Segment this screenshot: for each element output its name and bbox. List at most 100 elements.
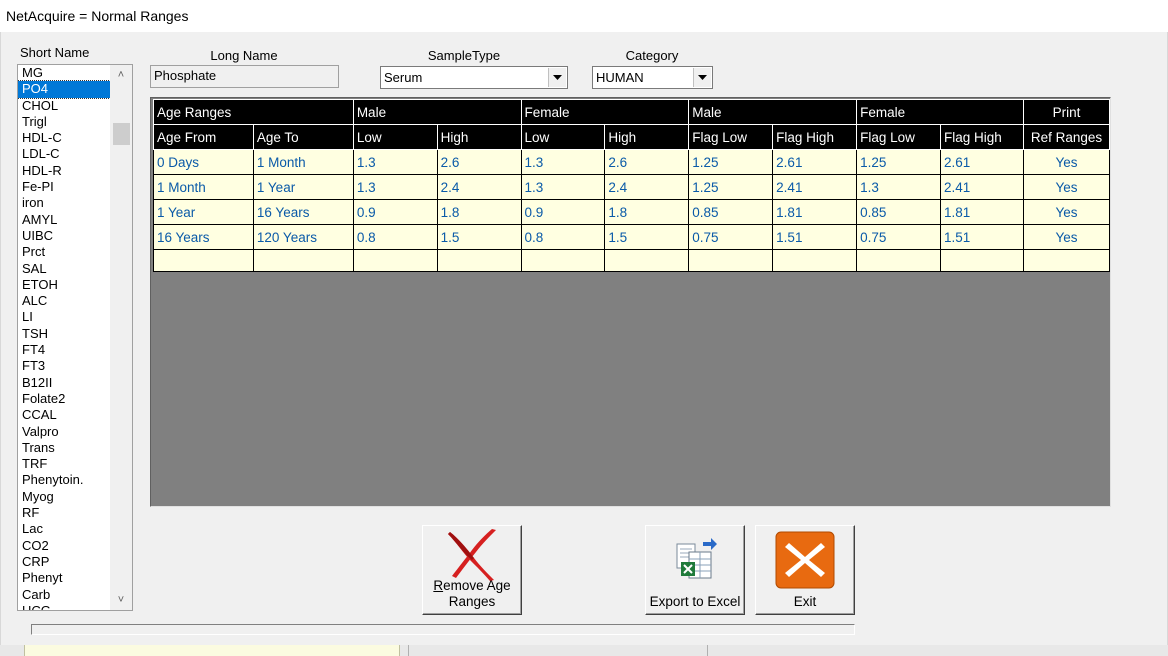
short-name-item[interactable]: CO2 <box>18 538 110 554</box>
grid-cell[interactable]: 0.9 <box>520 199 606 225</box>
short-name-item[interactable]: UIBC <box>18 228 110 244</box>
short-name-item[interactable]: HCG <box>18 603 110 610</box>
short-name-item[interactable]: Phenyt <box>18 570 110 586</box>
table-row[interactable]: 1 Year 16 Years 0.9 1.8 0.9 1.8 0.85 1.81 0.85 1.… <box>153 199 1111 225</box>
short-name-item[interactable]: FT3 <box>18 358 110 374</box>
grid-cell[interactable]: 1.25 <box>688 149 774 175</box>
short-name-item[interactable]: ETOH <box>18 277 110 293</box>
grid-cell[interactable]: 1 Month <box>153 174 254 200</box>
short-name-item[interactable]: Folate2 <box>18 391 110 407</box>
short-name-item[interactable]: Lac <box>18 521 110 537</box>
grid-cell[interactable] <box>436 249 522 272</box>
short-name-item[interactable]: ALC <box>18 293 110 309</box>
scroll-down-icon[interactable]: ˅ <box>110 590 132 610</box>
short-name-item[interactable]: TSH <box>18 326 110 342</box>
table-row[interactable]: 1 Month 1 Year 1.3 2.4 1.3 2.4 1.25 2.41 1.3 2.41… <box>153 174 1111 200</box>
grid-cell[interactable]: Yes <box>1022 174 1111 200</box>
new-entry-row[interactable] <box>153 249 1111 272</box>
grid-cell[interactable]: 1 Year <box>252 174 354 200</box>
grid-cell[interactable]: 1.8 <box>436 199 522 225</box>
grid-cell[interactable]: 1.5 <box>436 224 522 250</box>
short-name-item[interactable]: HDL-R <box>18 163 110 179</box>
grid-cell[interactable]: 1.81 <box>940 199 1024 225</box>
grid-cell[interactable]: 0.8 <box>520 224 606 250</box>
grid-cell[interactable]: 1.3 <box>520 149 606 175</box>
short-name-item[interactable]: HDL-C <box>18 130 110 146</box>
table-row[interactable]: 16 Years 120 Years 0.8 1.5 0.8 1.5 0.75 1.51 0.7… <box>153 224 1111 250</box>
grid-cell[interactable]: 1.3 <box>520 174 606 200</box>
grid-cell[interactable]: 0.75 <box>688 224 774 250</box>
grid-cell[interactable] <box>772 249 858 272</box>
short-name-item[interactable]: RF <box>18 505 110 521</box>
short-name-item[interactable]: PO4 <box>18 80 110 99</box>
scrollbar-thumb[interactable] <box>113 123 130 145</box>
grid-cell[interactable] <box>153 249 254 272</box>
short-name-list[interactable]: MG PO4 CHOL Trigl HDL-C LDL-C HDL-R Fe-PI iron AM… <box>17 64 133 611</box>
short-name-item[interactable]: Myog <box>18 489 110 505</box>
grid-cell[interactable]: 0.9 <box>352 199 438 225</box>
grid-cell[interactable]: 1.3 <box>352 149 438 175</box>
grid-cell[interactable]: 1.3 <box>352 174 438 200</box>
short-name-item[interactable]: B12II <box>18 375 110 391</box>
grid-cell[interactable]: 1.25 <box>688 174 774 200</box>
grid-cell[interactable] <box>688 249 774 272</box>
grid-cell[interactable]: 1 Month <box>252 149 354 175</box>
grid-cell[interactable]: 1.51 <box>772 224 858 250</box>
short-name-item[interactable]: Trigl <box>18 114 110 130</box>
export-to-excel-button[interactable]: Export to Excel <box>645 525 745 615</box>
short-name-item[interactable]: CCAL <box>18 407 110 423</box>
grid-cell[interactable] <box>1022 249 1111 272</box>
short-name-item[interactable]: LI <box>18 309 110 325</box>
grid-cell[interactable]: 1.81 <box>772 199 858 225</box>
grid-cell[interactable]: 1.25 <box>856 149 942 175</box>
grid-cell[interactable]: 1.5 <box>604 224 690 250</box>
grid-cell[interactable]: 16 Years <box>153 224 254 250</box>
grid-cell[interactable]: 0.75 <box>856 224 942 250</box>
grid-cell[interactable]: 1.8 <box>604 199 690 225</box>
grid-cell[interactable]: 2.4 <box>436 174 522 200</box>
grid-cell[interactable]: Yes <box>1022 149 1111 175</box>
grid-cell[interactable]: 0 Days <box>153 149 254 175</box>
short-name-item[interactable]: CHOL <box>18 98 110 114</box>
short-name-item[interactable]: FT4 <box>18 342 110 358</box>
scroll-up-icon[interactable]: ˄ <box>110 65 132 85</box>
table-row[interactable]: 0 Days 1 Month 1.3 2.6 1.3 2.6 1.25 2.61 1.25 2.6… <box>153 149 1111 175</box>
grid-cell[interactable] <box>252 249 354 272</box>
short-name-item[interactable]: TRF <box>18 456 110 472</box>
list-scrollbar[interactable]: ˄ ˅ <box>110 65 132 610</box>
grid-cell[interactable]: 2.4 <box>604 174 690 200</box>
grid-cell[interactable]: 2.61 <box>940 149 1024 175</box>
remove-age-ranges-button[interactable]: Remove Age Ranges <box>422 525 522 615</box>
grid-cell[interactable]: 2.6 <box>604 149 690 175</box>
short-name-item[interactable]: LDL-C <box>18 146 110 162</box>
grid-cell[interactable]: 120 Years <box>252 224 354 250</box>
grid-cell[interactable]: 2.6 <box>436 149 522 175</box>
short-name-item[interactable]: Carb <box>18 587 110 603</box>
grid-cell[interactable] <box>856 249 942 272</box>
short-name-item[interactable]: CRP <box>18 554 110 570</box>
grid-cell[interactable]: 1 Year <box>153 199 254 225</box>
chevron-down-icon[interactable] <box>693 68 711 87</box>
grid-cell[interactable]: 2.61 <box>772 149 858 175</box>
short-name-item[interactable]: Fe-PI <box>18 179 110 195</box>
short-name-item[interactable]: MG <box>18 65 110 81</box>
sample-type-select[interactable]: Serum <box>380 66 568 89</box>
grid-cell[interactable]: 2.41 <box>940 174 1024 200</box>
short-name-item[interactable]: Phenytoin. <box>18 472 110 488</box>
grid-cell[interactable]: 2.41 <box>772 174 858 200</box>
grid-cell[interactable] <box>352 249 438 272</box>
long-name-field[interactable]: Phosphate <box>150 65 339 88</box>
exit-button[interactable]: Exit <box>755 525 855 615</box>
grid-cell[interactable] <box>940 249 1024 272</box>
grid-cell[interactable]: 0.8 <box>352 224 438 250</box>
grid-cell[interactable]: 16 Years <box>252 199 354 225</box>
short-name-item[interactable]: Valpro <box>18 424 110 440</box>
chevron-down-icon[interactable] <box>548 68 566 87</box>
short-name-item[interactable]: AMYL <box>18 212 110 228</box>
short-name-item[interactable]: SAL <box>18 261 110 277</box>
short-name-item[interactable]: Prct <box>18 244 110 260</box>
grid-cell[interactable]: 0.85 <box>688 199 774 225</box>
grid-cell[interactable] <box>520 249 606 272</box>
category-select[interactable]: HUMAN <box>592 66 713 89</box>
grid-cell[interactable]: Yes <box>1022 199 1111 225</box>
